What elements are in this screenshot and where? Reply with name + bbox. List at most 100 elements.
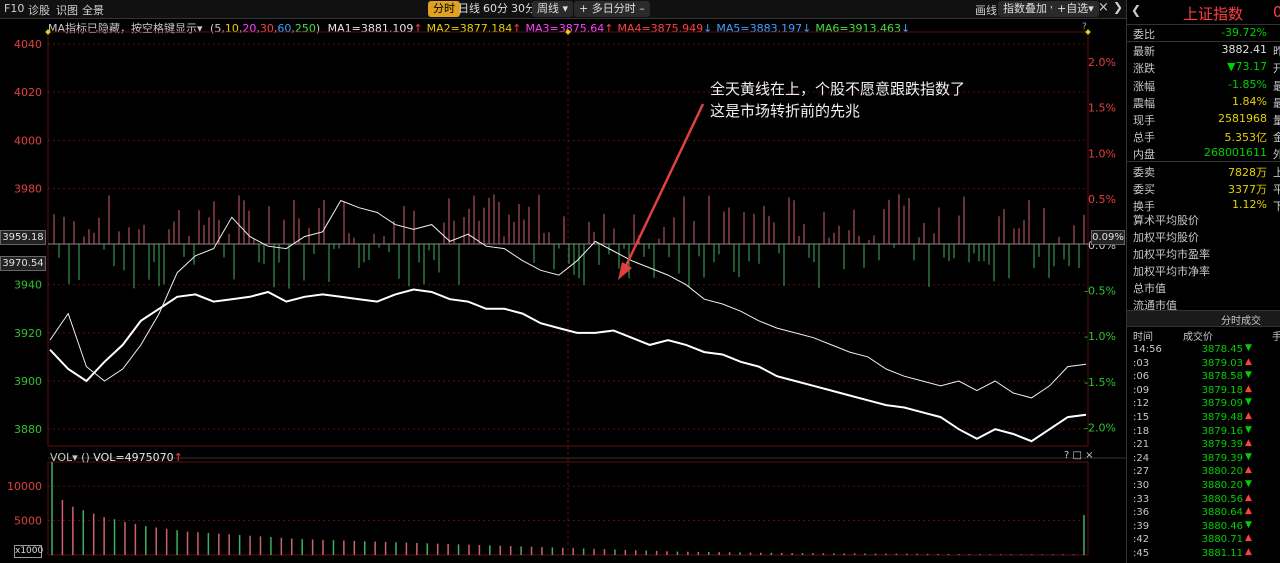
f10-button[interactable]: F10: [4, 2, 24, 15]
tick-price: 3879.09: [1201, 398, 1243, 410]
annotation-text: 全天黄线在上，个股不愿意跟跌指数了 这是市场转折前的先兆: [710, 78, 965, 122]
tick-time: :33: [1133, 493, 1150, 505]
back-icon[interactable]: ❮: [1131, 3, 1141, 17]
tab-multiday-label: 多日分时: [591, 2, 636, 15]
price-badge-lower: 3970.54: [0, 256, 46, 271]
quote-key: 委卖: [1133, 165, 1155, 179]
quote-extra: 开: [1273, 62, 1280, 76]
tick-price: 3880.20: [1201, 480, 1243, 491]
tick-price: 3880.64: [1201, 507, 1243, 519]
quote-link[interactable]: 算术平均股价: [1127, 211, 1280, 227]
tick-price: 3879.18: [1201, 384, 1243, 396]
price-tick-label: 3940: [14, 279, 42, 292]
quote-value: 7828万: [1228, 165, 1267, 179]
minus-icon: –: [639, 2, 645, 15]
quote-key: 委买: [1133, 182, 1155, 196]
col-time: 时间: [1133, 332, 1153, 343]
tick-row: :06 3878.58 ▼: [1127, 370, 1280, 384]
col-price: 成交价: [1183, 332, 1213, 343]
vol-window-controls: ? □ ×: [1064, 450, 1094, 461]
collapse-icon[interactable]: ❯: [1113, 0, 1123, 14]
tick-time: :06: [1133, 371, 1150, 383]
quote-link[interactable]: 总市值: [1127, 279, 1280, 295]
tick-arrow: ▲: [1245, 383, 1252, 394]
quote-row: 震幅 1.84% 最: [1127, 94, 1280, 110]
quote-key: 涨跌: [1133, 62, 1155, 76]
tick-time: :21: [1133, 439, 1150, 451]
price-tick-label: 3900: [14, 375, 42, 388]
tick-arrow: ▼: [1245, 343, 1252, 353]
tick-time: :30: [1133, 480, 1150, 491]
quote-key: 涨幅: [1133, 79, 1155, 93]
quote-row: 最新 3882.41 昨: [1127, 42, 1280, 58]
quote-link[interactable]: 加权平均市盈率: [1127, 245, 1280, 261]
price-tick-label: 4020: [14, 86, 42, 99]
chevron-down-icon[interactable]: ▾: [72, 451, 78, 464]
vol-indicator-bar: VOL▾ () VOL=4975070↑: [50, 451, 183, 464]
tab-weekly[interactable]: 周线 ▾: [532, 1, 574, 17]
tab-weekly-label: 周线: [537, 2, 559, 15]
tick-arrow: ▲: [1245, 465, 1252, 476]
vol-tick-label: 5000: [14, 515, 42, 528]
tick-time: :03: [1133, 357, 1150, 369]
tick-arrow: ▼: [1245, 370, 1252, 381]
close-icon[interactable]: ×: [1098, 0, 1109, 15]
help-icon[interactable]: ?: [1064, 450, 1069, 461]
tick-time: :27: [1133, 466, 1150, 478]
tick-arrow: ▲: [1245, 411, 1252, 421]
tick-row: 14:56 3878.45 ▼: [1127, 343, 1280, 357]
index-overlay-label: 指数叠加: [1003, 2, 1047, 15]
draw-line-button[interactable]: 画线: [975, 2, 997, 18]
index-title-suffix: 0: [1273, 3, 1280, 21]
price-badge-upper: 3959.18: [0, 230, 46, 245]
help-icon[interactable]: ?: [1082, 22, 1087, 32]
quote-key: 总手: [1133, 131, 1155, 145]
tick-price: 3880.46: [1201, 520, 1243, 532]
vol-paren: (): [81, 451, 90, 464]
quote-link[interactable]: 加权平均股价: [1127, 228, 1280, 244]
quote-value: -1.85%: [1228, 77, 1267, 91]
tick-arrow: ▲: [1245, 356, 1252, 367]
quote-row: 委卖 7828万上: [1127, 163, 1280, 179]
quote-extra: 量: [1273, 114, 1280, 127]
tick-title: 分时成交: [1221, 316, 1261, 327]
tick-time: :18: [1133, 425, 1150, 437]
quote-value: 3882.41: [1221, 43, 1268, 57]
tick-row: :15 3879.48 ▲: [1127, 411, 1280, 425]
quote-row: 涨跌 ▼73.17 开: [1127, 59, 1280, 75]
quote-key: 震幅: [1133, 96, 1155, 110]
quote-key: 现手: [1133, 114, 1155, 127]
minimize-icon[interactable]: □: [1073, 450, 1082, 461]
diagnose-button[interactable]: 诊股: [28, 2, 50, 18]
vol-label[interactable]: VOL: [50, 451, 72, 464]
tick-row: :18 3879.16 ▼: [1127, 425, 1280, 439]
tab-multiday[interactable]: + 多日分时 –: [574, 1, 650, 17]
tick-time: :36: [1133, 507, 1150, 519]
quote-extra: 最: [1273, 79, 1280, 93]
tick-time: :45: [1133, 548, 1150, 559]
quote-link[interactable]: 加权平均市净率: [1127, 262, 1280, 278]
close-icon[interactable]: ×: [1085, 450, 1093, 461]
quote-extra: 金: [1273, 131, 1280, 145]
quote-value: ▼73.17: [1227, 60, 1267, 74]
tick-row: :45 3881.11 ▲: [1127, 547, 1280, 561]
quote-key: 最新: [1133, 45, 1155, 59]
quote-row: 现手 2581968 量: [1127, 111, 1280, 127]
vol-value: VOL=4975070: [93, 451, 174, 464]
tick-row: :42 3880.71 ▲: [1127, 533, 1280, 547]
tick-price: 3878.58: [1201, 371, 1243, 383]
top-toolbar: F10 诊股 识图 全景 分时 日线 60分 30分 周线 ▾ + 多日分时 –…: [0, 0, 1126, 19]
quote-extra: 昨: [1273, 45, 1280, 59]
tick-row: :24 3879.39 ▼: [1127, 452, 1280, 466]
quote-key: 内盘: [1133, 148, 1155, 162]
quote-link-label: 加权平均市盈率: [1133, 248, 1210, 261]
quote-extra: 外: [1273, 148, 1280, 162]
quote-row: 总手 5.353亿金: [1127, 128, 1280, 144]
tick-arrow: ▼: [1245, 451, 1252, 462]
chart-recognize-button[interactable]: 识图: [56, 2, 78, 18]
time-marker: [45, 29, 51, 35]
tick-row: :33 3880.56 ▲: [1127, 493, 1280, 507]
pct-tick-label: -0.5%: [1084, 285, 1116, 298]
watchlist-dropdown[interactable]: +自选▾: [1052, 1, 1099, 17]
panorama-button[interactable]: 全景: [82, 2, 104, 18]
